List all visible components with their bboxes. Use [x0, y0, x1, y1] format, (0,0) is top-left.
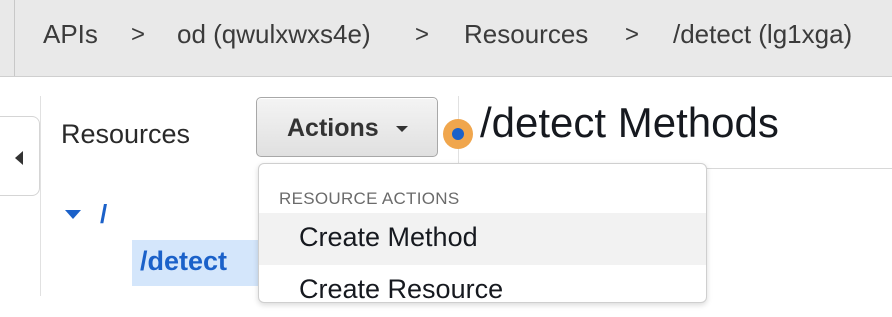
tree-expand-icon[interactable]: [65, 210, 81, 219]
cursor-indicator-icon: [443, 119, 473, 149]
breadcrumb: APIs > od (qwulxwxs4e) > Resources > /de…: [0, 0, 892, 77]
tree-item-root[interactable]: /: [100, 199, 107, 230]
breadcrumb-separator: >: [625, 21, 640, 48]
panel-divider: [40, 96, 41, 296]
resources-title: Resources: [61, 119, 191, 149]
caret-down-icon: [396, 126, 408, 132]
breadcrumb-divider: [14, 0, 15, 76]
menu-section-header: RESOURCE ACTIONS: [279, 189, 460, 208]
breadcrumb-resources[interactable]: Resources: [464, 19, 588, 50]
breadcrumb-separator: >: [415, 21, 430, 48]
breadcrumb-apis[interactable]: APIs: [43, 19, 98, 50]
collapse-panel-button[interactable]: [0, 116, 40, 196]
tree-item-detect[interactable]: /detect: [132, 240, 272, 286]
page-title: /detect Methods: [480, 99, 779, 146]
actions-dropdown-menu: RESOURCE ACTIONS Create Method Create Re…: [258, 163, 707, 304]
breadcrumb-separator: >: [131, 21, 146, 48]
title-divider: [706, 168, 892, 169]
breadcrumb-detect: /detect (lg1xga): [673, 19, 853, 49]
actions-button[interactable]: Actions: [256, 97, 438, 157]
breadcrumb-api-od[interactable]: od (qwulxwxs4e): [177, 19, 371, 50]
cursor-indicator-center: [452, 128, 464, 140]
menu-item-create-method[interactable]: Create Method: [259, 213, 706, 265]
menu-item-create-resource[interactable]: Create Resource: [259, 265, 706, 317]
actions-button-label: Actions: [287, 114, 379, 142]
chevron-left-icon: [15, 151, 23, 165]
